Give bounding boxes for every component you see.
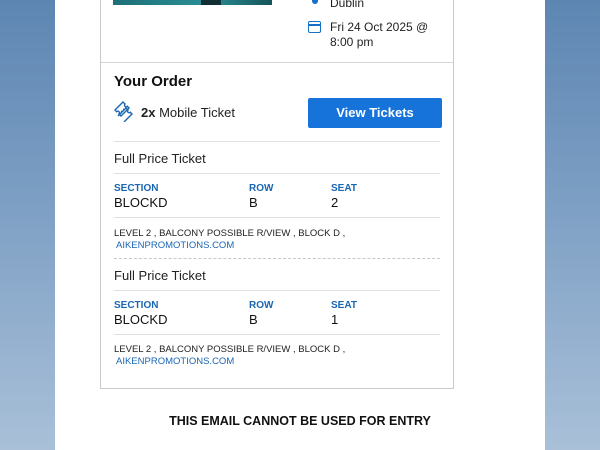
quantity-count: 2x bbox=[141, 105, 156, 120]
row-value: B bbox=[249, 195, 258, 210]
divider bbox=[114, 334, 440, 335]
ticket-note: LEVEL 2 , BALCONY POSSIBLE R/VIEW , BLOC… bbox=[114, 344, 345, 368]
divider bbox=[114, 290, 440, 291]
ticket-title: Full Price Ticket bbox=[114, 268, 206, 283]
row-value: B bbox=[249, 312, 258, 327]
dashed-divider bbox=[114, 258, 440, 259]
seat-label: SEAT bbox=[331, 300, 357, 311]
aiken-link[interactable]: AIKENPROMOTIONS.COM bbox=[114, 356, 345, 368]
seat-value: 2 bbox=[331, 195, 339, 210]
venue-city: Dublin bbox=[330, 0, 365, 10]
section-value: BLOCKD bbox=[114, 312, 168, 327]
ticket-icon bbox=[114, 101, 133, 122]
location-pin-icon bbox=[312, 0, 318, 4]
ticket-note-text: LEVEL 2 , BALCONY POSSIBLE R/VIEW , BLOC… bbox=[114, 344, 346, 355]
ticket-note: LEVEL 2 , BALCONY POSSIBLE R/VIEW , BLOC… bbox=[114, 228, 345, 252]
row-label: ROW bbox=[249, 300, 274, 311]
divider bbox=[101, 62, 453, 63]
divider bbox=[114, 217, 440, 218]
row-label: ROW bbox=[249, 183, 274, 194]
view-tickets-button[interactable]: View Tickets bbox=[308, 98, 442, 128]
section-value: BLOCKD bbox=[114, 195, 168, 210]
section-label: SECTION bbox=[114, 183, 159, 194]
order-title: Your Order bbox=[114, 73, 193, 90]
ticket-quantity: 2x Mobile Ticket bbox=[141, 105, 235, 120]
aiken-link[interactable]: AIKENPROMOTIONS.COM bbox=[114, 240, 345, 252]
ticket-type: Mobile Ticket bbox=[159, 105, 235, 120]
event-image bbox=[113, 0, 272, 5]
ticket-title: Full Price Ticket bbox=[114, 151, 206, 166]
ticket-note-text: LEVEL 2 , BALCONY POSSIBLE R/VIEW , BLOC… bbox=[114, 228, 346, 239]
seat-value: 1 bbox=[331, 312, 339, 327]
entry-warning: THIS EMAIL CANNOT BE USED FOR ENTRY bbox=[169, 414, 431, 428]
divider bbox=[114, 141, 440, 142]
seat-label: SEAT bbox=[331, 183, 357, 194]
event-date: Fri 24 Oct 2025 @ 8:00 pm bbox=[330, 20, 440, 50]
event-date-line: Fri 24 Oct 2025 @ bbox=[330, 20, 429, 34]
divider bbox=[114, 173, 440, 174]
order-card: Dublin Fri 24 Oct 2025 @ 8:00 pm Your Or… bbox=[100, 0, 454, 389]
calendar-icon bbox=[308, 21, 321, 33]
section-label: SECTION bbox=[114, 300, 159, 311]
event-time-line: 8:00 pm bbox=[330, 35, 374, 49]
email-body: Dublin Fri 24 Oct 2025 @ 8:00 pm Your Or… bbox=[55, 0, 545, 450]
